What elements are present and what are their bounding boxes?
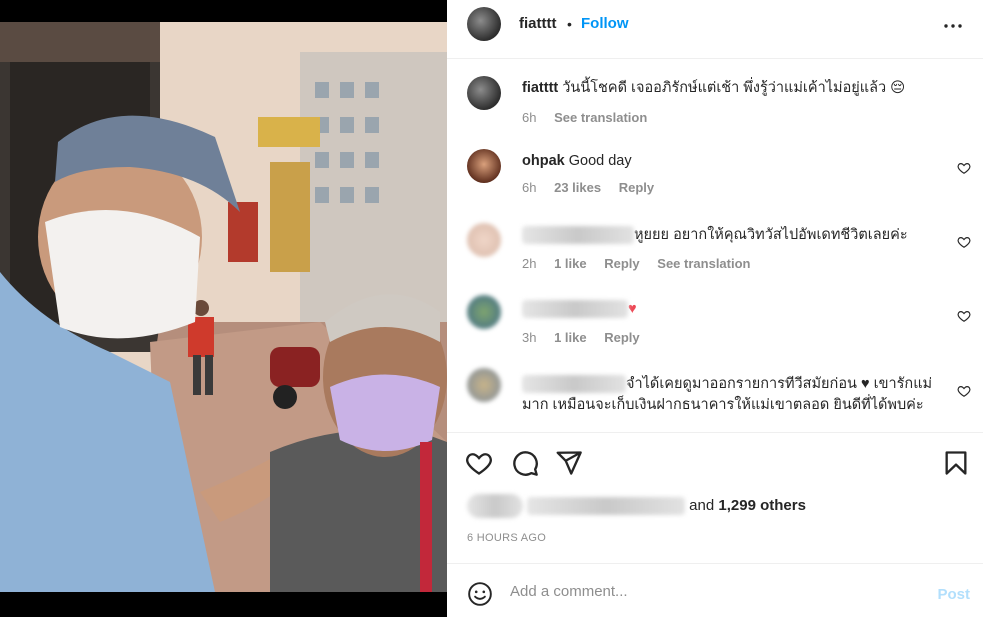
- comment-time: 3h: [522, 330, 537, 345]
- post-sidebar: fiatttt • Follow fiatttt วันนี้โชคดี เจอ…: [447, 0, 983, 617]
- heart-icon[interactable]: [957, 161, 971, 175]
- comment-text: หูยยย อยากให้คุณวิทวัสไปอัพเดทชีวิตเลยค่…: [634, 227, 908, 243]
- avatar[interactable]: [467, 7, 501, 41]
- post-photo[interactable]: [0, 22, 447, 592]
- comment-likes[interactable]: 1 like: [554, 256, 587, 271]
- avatar[interactable]: [467, 76, 501, 110]
- reply-button[interactable]: Reply: [619, 180, 654, 195]
- likes-others[interactable]: 1,299 others: [718, 497, 806, 514]
- heart-icon[interactable]: [957, 309, 971, 323]
- emoji-icon[interactable]: [467, 581, 493, 607]
- comment-item: ♥ 3h 1 like Reply: [447, 295, 983, 355]
- comment-text: Good day: [568, 153, 632, 169]
- comment-time: 6h: [522, 180, 537, 195]
- caption-text: วันนี้โชคดี เจออภิรักษ์แต่เช้า พึ่งรู้ว่…: [562, 80, 906, 96]
- separator-dot: •: [567, 16, 572, 32]
- likes-summary[interactable]: and 1,299 others: [467, 494, 806, 518]
- comment-likes[interactable]: 23 likes: [554, 180, 601, 195]
- add-comment-bar: Post: [447, 563, 983, 617]
- reply-button[interactable]: Reply: [604, 256, 639, 271]
- comment-username[interactable]: ohpak: [522, 153, 565, 169]
- action-bar: [447, 432, 983, 494]
- comment-item: หูยยย อยากให้คุณวิทวัสไปอัพเดทชีวิตเลยค่…: [447, 223, 983, 283]
- post-caption: fiatttt วันนี้โชคดี เจออภิรักษ์แต่เช้า พ…: [447, 76, 983, 136]
- avatar[interactable]: [467, 223, 501, 257]
- more-icon[interactable]: [941, 14, 965, 38]
- comment-item: จำได้เคยดูมาออกรายการทีวีสมัยก่อน ♥ เขาร…: [447, 368, 983, 432]
- post-comment-button[interactable]: Post: [937, 586, 970, 603]
- blurred-username: [522, 375, 626, 394]
- caption-time: 6h: [522, 110, 537, 125]
- comment-icon[interactable]: [511, 449, 539, 477]
- liker-avatars: [467, 494, 523, 518]
- like-heart-icon[interactable]: [465, 449, 493, 477]
- bookmark-icon[interactable]: [942, 449, 970, 477]
- blurred-username: [522, 226, 634, 245]
- blurred-liker-name: [527, 497, 685, 515]
- photo-panel: [0, 0, 447, 617]
- post-dialog: fiatttt • Follow fiatttt วันนี้โชคดี เจอ…: [0, 0, 983, 617]
- photo-illustration: [0, 22, 447, 592]
- see-translation-link[interactable]: See translation: [554, 110, 647, 125]
- comment-likes[interactable]: 1 like: [554, 330, 587, 345]
- avatar[interactable]: [467, 149, 501, 183]
- blurred-username: [522, 300, 628, 319]
- see-translation-link[interactable]: See translation: [657, 256, 750, 271]
- avatar[interactable]: [467, 368, 501, 402]
- follow-button[interactable]: Follow: [581, 15, 629, 32]
- heart-icon[interactable]: [957, 384, 971, 398]
- comments-list[interactable]: fiatttt วันนี้โชคดี เจออภิรักษ์แต่เช้า พ…: [447, 60, 983, 432]
- comment-text: ♥: [628, 301, 637, 317]
- caption-username[interactable]: fiatttt: [522, 80, 558, 96]
- post-timestamp[interactable]: 6 HOURS AGO: [467, 532, 546, 544]
- comment-input[interactable]: [510, 579, 900, 603]
- post-header: fiatttt • Follow: [447, 0, 983, 59]
- likes-and: and: [689, 496, 715, 514]
- reply-button[interactable]: Reply: [604, 330, 639, 345]
- comment-item: ohpak Good day 6h 23 likes Reply: [447, 149, 983, 209]
- post-username[interactable]: fiatttt: [519, 15, 557, 32]
- comment-time: 2h: [522, 256, 537, 271]
- share-icon[interactable]: [555, 449, 583, 477]
- avatar[interactable]: [467, 295, 501, 329]
- heart-icon[interactable]: [957, 235, 971, 249]
